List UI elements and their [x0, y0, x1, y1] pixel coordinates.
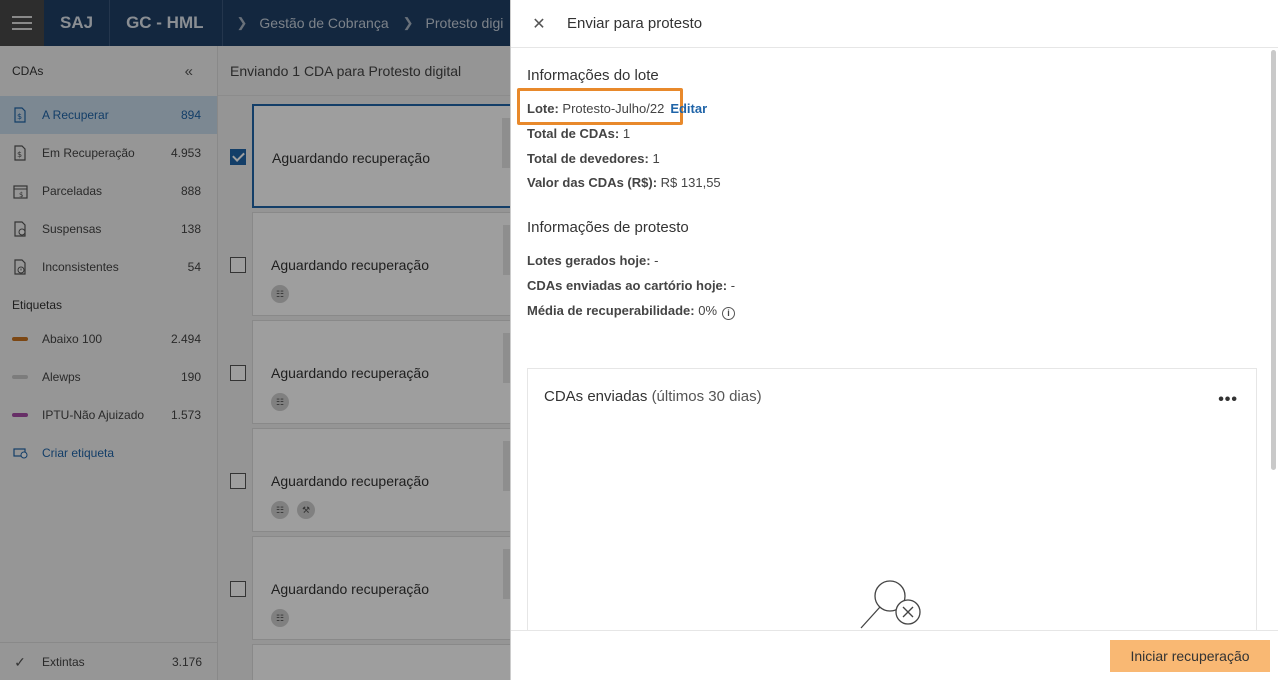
total-debtors-value: 1 [652, 151, 660, 166]
batches-today-label: Lotes gerados hoje: [527, 253, 651, 268]
sent-cdas-chart-card: CDAs enviadas (últimos 30 dias) ••• [527, 368, 1257, 658]
cda-value-label: Valor das CDAs (R$): [527, 175, 658, 190]
recoverability-value: 0% [698, 303, 718, 318]
total-cdas-value: 1 [622, 126, 631, 141]
protest-info-heading: Informações de protesto [527, 219, 689, 236]
cdas-registry-row: CDAs enviadas ao cartório hoje: - [527, 278, 735, 293]
recoverability-row: Média de recuperabilidade: 0% i [527, 303, 736, 320]
total-debtors-row: Total de devedores: 1 [527, 151, 660, 166]
edit-batch-link[interactable]: Editar [670, 101, 707, 116]
chart-title-main: CDAs enviadas [544, 388, 648, 405]
total-cdas-label: Total de CDAs: [527, 126, 620, 141]
cdas-registry-label: CDAs enviadas ao cartório hoje: [527, 278, 728, 293]
more-options-icon[interactable]: ••• [1218, 391, 1238, 409]
cda-value-row: Valor das CDAs (R$): R$ 131,55 [527, 175, 721, 190]
panel-header: ✕ Enviar para protesto [511, 0, 1278, 48]
batch-info-heading: Informações do lote [527, 67, 659, 84]
panel-title: Enviar para protesto [567, 15, 703, 32]
chart-title-period: (últimos 30 dias) [651, 388, 762, 405]
batch-name-row: Lote: Protesto-Julho/22 Editar [527, 101, 707, 116]
panel-footer: Iniciar recuperação [511, 630, 1278, 680]
send-to-protest-panel: ✕ Enviar para protesto Informações do lo… [510, 0, 1278, 680]
cda-value-amount: R$ 131,55 [660, 175, 721, 190]
total-cdas-row: Total de CDAs: 1 [527, 126, 630, 141]
cdas-registry-value: - [730, 278, 736, 293]
batches-today-row: Lotes gerados hoje: - [527, 253, 659, 268]
info-icon[interactable]: i [722, 306, 736, 320]
start-recovery-button[interactable]: Iniciar recuperação [1110, 640, 1270, 672]
chart-title: CDAs enviadas (últimos 30 dias) [544, 388, 762, 405]
batch-name-label: Lote: [527, 101, 559, 116]
total-debtors-label: Total de devedores: [527, 151, 649, 166]
panel-scrollbar[interactable] [1271, 50, 1276, 470]
modal-backdrop[interactable] [0, 0, 510, 680]
batches-today-value: - [654, 253, 659, 268]
recoverability-label: Média de recuperabilidade: [527, 303, 695, 318]
batch-name-value: Protesto-Julho/22 [562, 101, 665, 116]
close-icon[interactable]: ✕ [511, 14, 567, 34]
